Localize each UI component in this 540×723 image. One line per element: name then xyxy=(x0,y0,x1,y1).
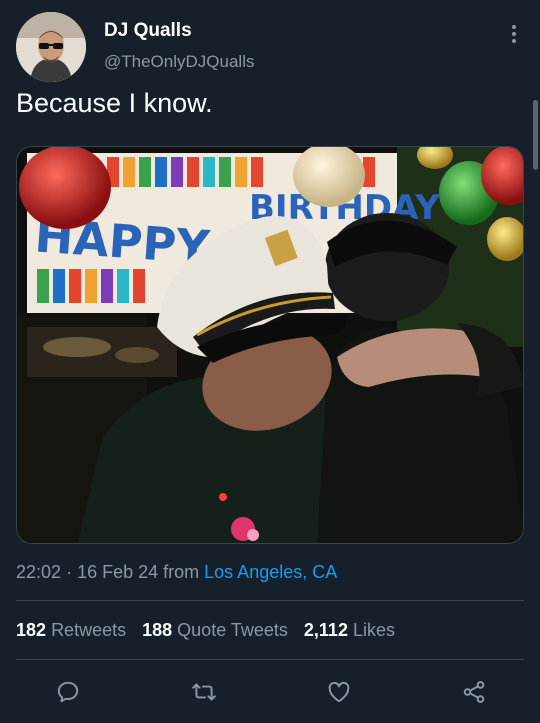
avatar-image xyxy=(16,12,86,82)
heart-icon xyxy=(328,681,350,703)
user-handle[interactable]: @TheOnlyDJQualls xyxy=(104,52,254,72)
avatar[interactable] xyxy=(16,12,86,82)
reply-button[interactable] xyxy=(50,674,86,710)
quote-tweets-label: Quote Tweets xyxy=(177,620,288,640)
tweet-text: Because I know. xyxy=(16,88,213,118)
party-photo: HAPPY BIRTHDAY xyxy=(17,147,523,543)
more-options-button[interactable] xyxy=(500,20,528,48)
divider xyxy=(16,600,524,601)
share-icon xyxy=(463,681,485,703)
more-vertical-icon xyxy=(512,25,516,43)
tweet-detail-view: DJ Qualls @TheOnlyDJQualls Because I kno… xyxy=(0,0,540,723)
likes-stat[interactable]: 2,112 Likes xyxy=(304,620,395,641)
retweets-count: 182 xyxy=(16,620,47,640)
tweet-meta: 22:02 · 16 Feb 24 from Los Angeles, CA xyxy=(16,562,337,583)
tweet-date[interactable]: 16 Feb 24 xyxy=(77,562,158,582)
quote-tweets-stat[interactable]: 188 Quote Tweets xyxy=(142,620,288,641)
tweet-stats: 182 Retweets 188 Quote Tweets 2,112 Like… xyxy=(16,620,395,641)
scrollbar-thumb[interactable] xyxy=(533,100,538,170)
retweets-label: Retweets xyxy=(51,620,127,640)
share-button[interactable] xyxy=(456,674,492,710)
retweet-button[interactable] xyxy=(186,674,222,710)
reply-icon xyxy=(57,681,79,703)
divider xyxy=(16,659,524,660)
display-name[interactable]: DJ Qualls xyxy=(104,20,192,42)
likes-count: 2,112 xyxy=(303,620,348,640)
quote-tweets-count: 188 xyxy=(142,620,173,640)
tweet-time[interactable]: 22:02 xyxy=(16,562,61,582)
location-link[interactable]: Los Angeles, CA xyxy=(204,562,337,582)
likes-label: Likes xyxy=(352,620,396,640)
retweet-icon xyxy=(192,683,216,701)
meta-separator: · xyxy=(66,562,78,582)
tweet-photo[interactable]: HAPPY BIRTHDAY xyxy=(16,146,524,544)
like-button[interactable] xyxy=(321,674,357,710)
retweets-stat[interactable]: 182 Retweets xyxy=(16,620,126,641)
from-label: from xyxy=(163,562,205,582)
